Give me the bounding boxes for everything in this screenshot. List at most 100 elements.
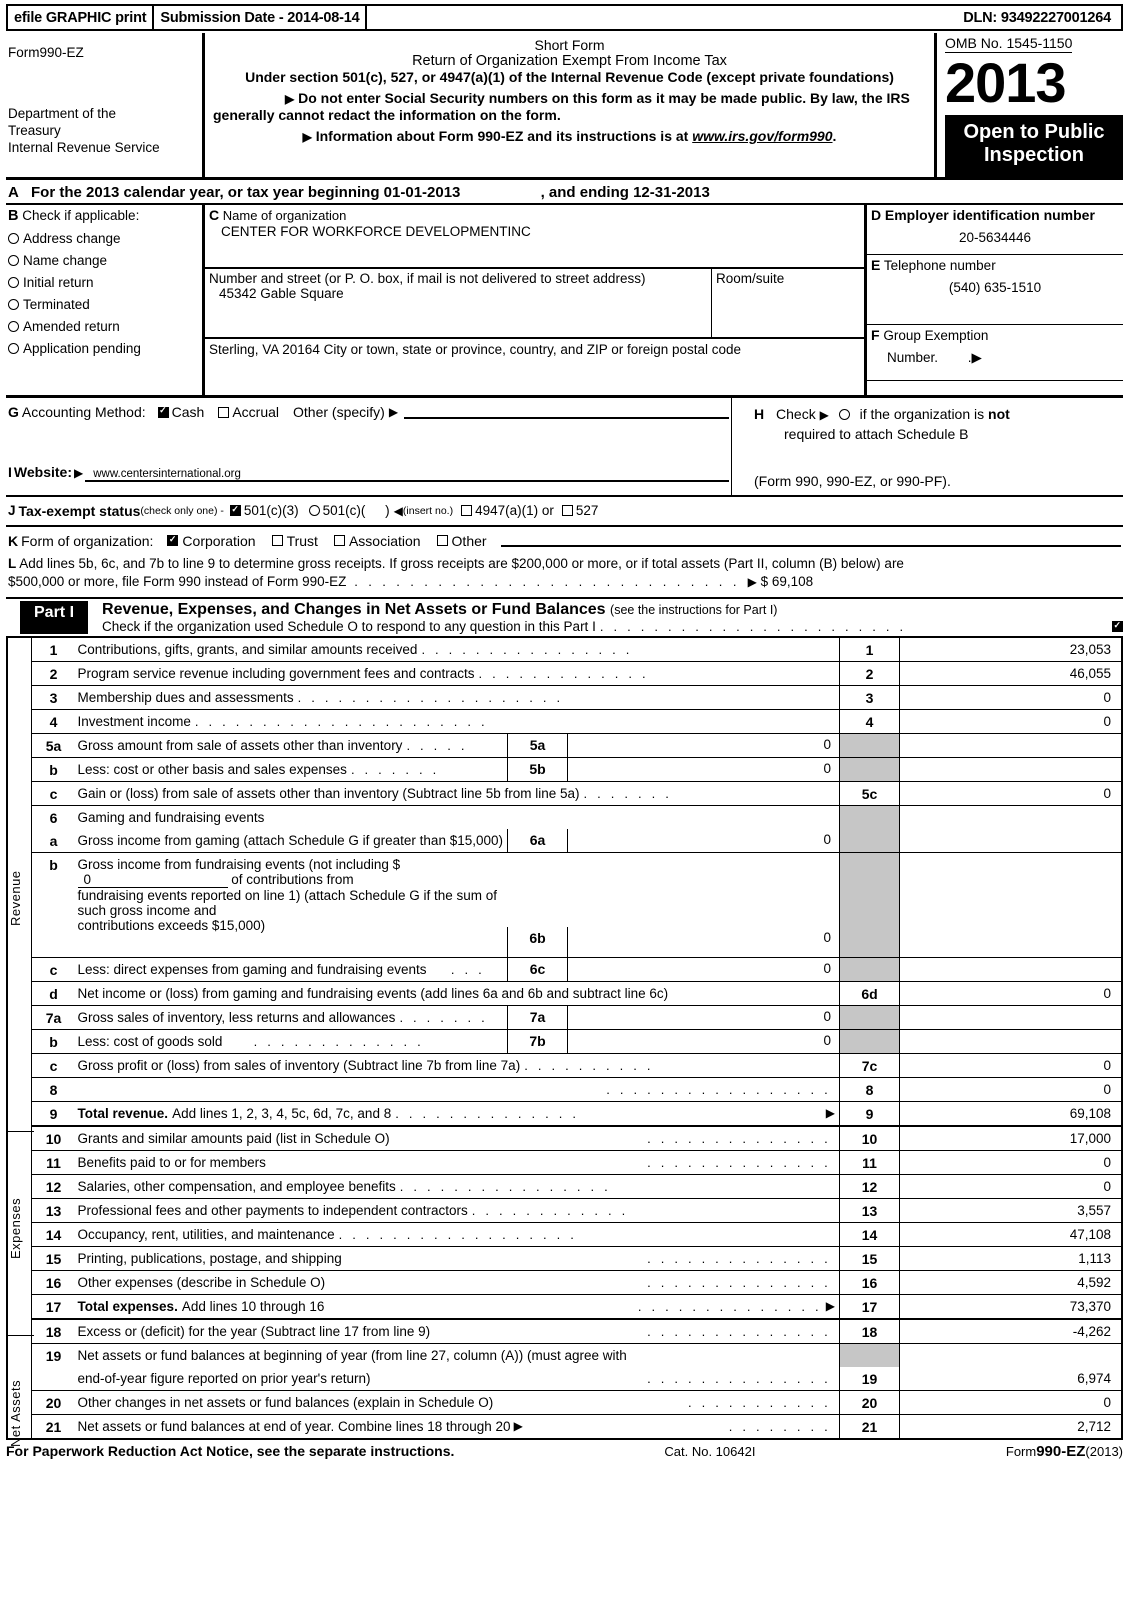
line-description-cell: Less: direct expenses from gaming and fu… (76, 958, 507, 981)
website-value[interactable]: www.centersinternational.org (85, 468, 729, 482)
triangle-bullet-icon-5: ▶ (73, 466, 84, 480)
sub-line-key: 6b (508, 927, 568, 958)
checkbox-527-icon[interactable] (561, 505, 573, 517)
leader-dots: . . . . . . . . . . . . . . (483, 1155, 831, 1171)
checkbox-schedule-o-checked-icon[interactable] (1112, 620, 1123, 633)
option-501c-insert-field[interactable] (373, 503, 377, 518)
checkbox-4947a1-icon[interactable] (461, 505, 473, 517)
part-i-schedule-o-row: Check if the organization used Schedule … (102, 619, 1123, 634)
line-description-cell: Printing, publications, postage, and shi… (76, 1247, 839, 1270)
line-description-cell: Net assets or fund balances at end of ye… (76, 1415, 839, 1438)
organization-name-cell: C Name of organization CENTER FOR WORKFO… (205, 205, 864, 269)
issuing-agency: Department of the Treasury Internal Reve… (8, 106, 160, 157)
line-key-shaded (839, 829, 899, 853)
checkbox-initial-return[interactable]: Initial return (8, 275, 200, 290)
checkbox-schedule-b-icon[interactable] (838, 409, 850, 420)
line-sub-input: 7a 0 (507, 1006, 839, 1030)
room-suite-label: Room/suite (716, 271, 785, 286)
ein-label: Employer identification number (884, 207, 1095, 223)
line-6b-inline-value[interactable]: 0 (77, 872, 228, 889)
telephone-value[interactable]: (540) 635-1510 (871, 280, 1119, 295)
checkbox-501c-icon[interactable] (308, 505, 320, 517)
masthead-right: OMB No. 1545-1150 2013 Open to Public In… (937, 33, 1123, 177)
room-suite-cell: Room/suite (712, 269, 864, 337)
section-l-line1: Add lines 5b, 6c, and 7b to line 9 to de… (19, 555, 904, 571)
form-footer-id: Form990-EZ(2013) (1006, 1443, 1123, 1460)
ssn-notice: ▶ Do not enter Social Security numbers o… (213, 90, 926, 125)
irs-form990-link[interactable]: www.irs.gov/form990 (692, 128, 832, 144)
table-row: 20 Other changes in net assets or fund b… (31, 1391, 1121, 1416)
checkbox-association-icon[interactable] (333, 535, 345, 547)
form-number: Form990-EZ (8, 45, 84, 60)
line-description: Other changes in net assets or fund bala… (77, 1395, 494, 1411)
section-h-not: not (988, 406, 1010, 422)
checkbox-terminated[interactable]: Terminated (8, 297, 200, 312)
line-amount: 0 (899, 982, 1121, 1006)
line-description: Printing, publications, postage, and shi… (77, 1251, 342, 1267)
leader-dots: . . . . . . . . . . . . . . (395, 1106, 580, 1122)
org-info-block: B Check if applicable: Address change Na… (6, 205, 1123, 398)
checkbox-trust-icon[interactable] (271, 535, 283, 547)
table-row: b Less: cost of goods sold . . . . . . .… (31, 1030, 1121, 1055)
line-amount (899, 958, 1121, 982)
leader-dots: . . . . . . . . . . . . . . . . (399, 1179, 611, 1195)
checkbox-corporation-checked-icon[interactable] (167, 534, 179, 547)
line-number: b (49, 762, 58, 779)
checkbox-label: Terminated (23, 297, 90, 312)
checkbox-501c3-checked-icon[interactable] (229, 504, 241, 517)
leader-dots: . . . (430, 962, 485, 978)
section-a-end-date[interactable]: 12-31-2013 (633, 184, 710, 201)
telephone-header: E Telephone number (871, 257, 1119, 273)
triangle-bullet-icon-3: .▶ (967, 350, 982, 365)
group-exemption-number-row: Number. .▶ (871, 350, 1119, 366)
line-amount (899, 829, 1121, 853)
line-key-shaded (839, 758, 899, 782)
street-address-value[interactable]: 45342 Gable Square (209, 286, 707, 301)
other-specify-input[interactable] (404, 405, 729, 419)
line-number: 8 (49, 1082, 58, 1099)
leader-dots: . . . . . . . . . . . . . . (551, 1371, 831, 1387)
checkbox-application-pending[interactable]: Application pending (8, 341, 200, 356)
radio-circle-icon (8, 321, 19, 332)
organization-name-header: C Name of organization (209, 207, 860, 223)
city-state-zip-value[interactable]: Sterling, VA 20164 City or town, state o… (209, 342, 741, 357)
checkbox-name-change[interactable]: Name change (8, 253, 200, 268)
line-key: 16 (839, 1271, 899, 1295)
line-description-cell: Other changes in net assets or fund bala… (76, 1391, 839, 1414)
section-h-schedule-b: H Check ▶ if the organization is not req… (731, 398, 1123, 495)
organization-name-value[interactable]: CENTER FOR WORKFORCE DEVELOPMENTINC (209, 224, 860, 239)
table-row: 16 Other expenses (describe in Schedule … (31, 1271, 1121, 1296)
checkbox-accrual-icon[interactable] (218, 406, 230, 418)
checkbox-cash-checked-icon[interactable] (157, 405, 169, 418)
line-key-shaded (839, 1030, 899, 1054)
section-h-check-label: Check (776, 406, 816, 422)
triangle-bullet-icon-2: ▶ (302, 129, 312, 144)
line-description: Benefits paid to or for members (77, 1155, 266, 1171)
line-description: Contributions, gifts, grants, and simila… (77, 642, 418, 658)
line-description: Less: cost of goods sold (77, 1034, 223, 1050)
section-l-line2-row: $500,000 or more, file Form 990 instead … (8, 573, 1121, 591)
sub-line-key: 5b (508, 758, 568, 782)
line-description-cell: Net income or (loss) from gaming and fun… (76, 982, 839, 1005)
sub-line-key: 5a (508, 734, 568, 758)
line-description-cell: Occupancy, rent, utilities, and maintena… (76, 1223, 839, 1246)
street-address-row: Number and street (or P. O. box, if mail… (205, 269, 864, 339)
checkbox-amended-return[interactable]: Amended return (8, 319, 200, 334)
sub-line-amount: 0 (823, 1009, 831, 1025)
line-amount: 0 (899, 1054, 1121, 1078)
form-footer-prefix: Form (1005, 1444, 1037, 1460)
form-footer-bold: 990-EZ (1036, 1443, 1086, 1461)
ein-value[interactable]: 20-5634446 (871, 230, 1119, 245)
triangle-bullet-icon-6: ▶ (819, 408, 829, 422)
checkbox-address-change[interactable]: Address change (8, 231, 200, 246)
line-amount (899, 734, 1121, 758)
form-footer: For Paperwork Reduction Act Notice, see … (6, 1443, 1123, 1460)
leader-dots: . . . . . . . . . . . . . (478, 666, 649, 682)
section-a-begin-date[interactable]: 01-01-2013 (384, 184, 461, 201)
other-org-input[interactable] (500, 534, 1121, 548)
triangle-left-icon: ◀ (393, 503, 403, 518)
checkbox-other-icon[interactable] (436, 535, 448, 547)
line-amount: 73,370 (899, 1295, 1121, 1319)
radio-circle-icon (8, 343, 19, 354)
line-sub-input: 6a 0 (507, 829, 839, 853)
